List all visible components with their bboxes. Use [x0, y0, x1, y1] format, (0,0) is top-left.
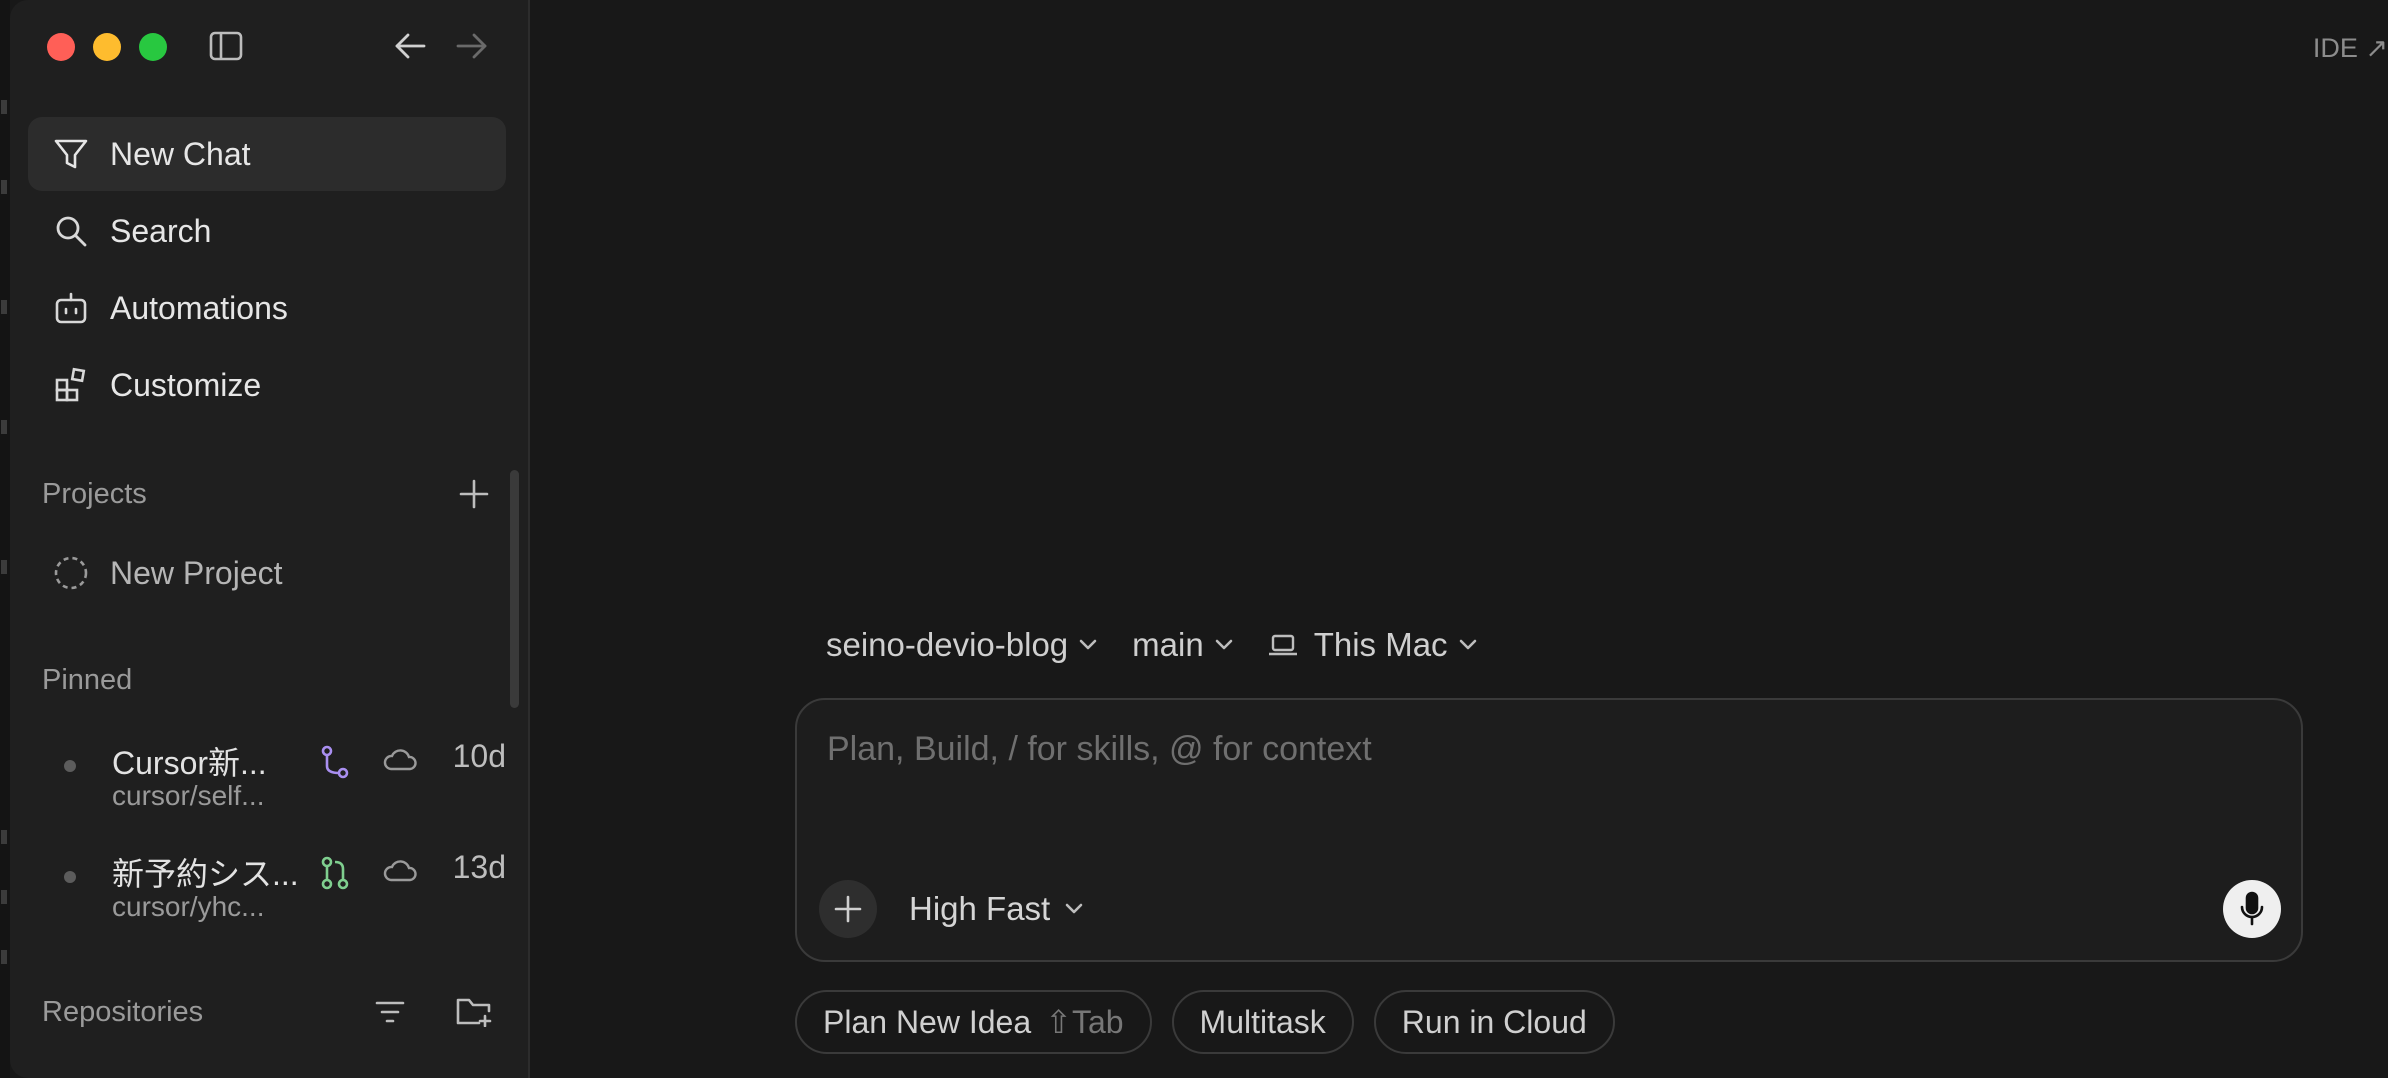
multitask-button[interactable]: Multitask: [1171, 990, 1354, 1054]
robot-icon: [50, 287, 92, 329]
new-chat-icon: [50, 133, 92, 175]
repo-selector[interactable]: seino-devio-blog: [826, 626, 1098, 664]
machine-name: This Mac: [1313, 626, 1448, 663]
new-project-button[interactable]: New Project: [28, 536, 506, 610]
dashed-circle-icon: [50, 552, 92, 594]
blocks-icon: [50, 364, 92, 406]
new-chat-button[interactable]: New Chat: [28, 117, 506, 191]
pinned-chat-age: 13d: [452, 849, 506, 885]
search-label: Search: [110, 212, 212, 249]
shortcut-hint: ⇧Tab: [1045, 1004, 1124, 1040]
customize-label: Customize: [110, 366, 262, 403]
chevron-down-icon: [1065, 903, 1083, 914]
prompt-input[interactable]: Plan, Build, / for skills, @ for context: [827, 730, 1372, 769]
context-selector-row: seino-devio-blog main This Mac: [826, 626, 1512, 664]
sidebar: New Chat Search Automations Customize Pr…: [10, 0, 530, 1078]
run-in-cloud-label: Run in Cloud: [1401, 1003, 1587, 1040]
background-window-edge: [0, 0, 10, 1078]
cloud-icon: [382, 857, 418, 888]
forward-arrow-icon[interactable]: [452, 28, 492, 64]
repositories-heading: Repositories: [42, 996, 204, 1028]
model-name: High Fast: [909, 890, 1051, 927]
filter-icon[interactable]: [370, 994, 410, 1030]
add-attachment-button[interactable]: [819, 880, 877, 938]
pinned-chat-item[interactable]: Cursor新... cursor/self... 10d: [28, 734, 506, 834]
git-branch-icon: [320, 744, 350, 785]
search-button[interactable]: Search: [28, 194, 506, 268]
projects-heading: Projects: [42, 478, 147, 510]
ide-link[interactable]: IDE ↗: [2313, 33, 2388, 64]
pinned-chat-age: 10d: [452, 738, 506, 774]
pinned-chat-item[interactable]: 新予約シス... cursor/yhc... 13d: [28, 845, 506, 945]
chevron-down-icon: [1079, 639, 1097, 650]
run-in-cloud-button[interactable]: Run in Cloud: [1373, 990, 1615, 1054]
plus-icon: [834, 895, 862, 923]
status-dot: [64, 871, 76, 883]
pinned-chat-title: 新予約シス...: [112, 856, 299, 892]
back-arrow-icon[interactable]: [390, 28, 430, 64]
new-chat-label: New Chat: [110, 135, 251, 172]
multitask-label: Multitask: [1199, 1003, 1326, 1040]
microphone-icon: [2240, 891, 2264, 926]
machine-selector[interactable]: This Mac: [1268, 626, 1478, 664]
sidebar-scrollbar[interactable]: [510, 470, 519, 708]
new-project-label: New Project: [110, 554, 283, 591]
add-folder-icon[interactable]: [452, 992, 496, 1030]
model-selector[interactable]: High Fast: [909, 890, 1084, 928]
pinned-chat-branch: cursor/yhc...: [112, 891, 265, 922]
search-icon: [50, 210, 92, 252]
sidebar-toggle-icon[interactable]: [206, 28, 246, 64]
voice-input-button[interactable]: [2223, 880, 2281, 938]
status-dot: [64, 760, 76, 772]
branch-selector[interactable]: main: [1132, 626, 1234, 664]
suggestion-actions: Plan New Idea ⇧Tab Multitask Run in Clou…: [795, 990, 1635, 1054]
customize-button[interactable]: Customize: [28, 348, 506, 422]
minimize-window-button[interactable]: [93, 33, 121, 61]
pinned-heading: Pinned: [42, 664, 133, 696]
branch-name: main: [1132, 626, 1204, 663]
add-project-icon[interactable]: [456, 476, 492, 512]
git-pull-request-icon: [320, 855, 350, 896]
zoom-window-button[interactable]: [139, 33, 167, 61]
automations-label: Automations: [110, 289, 288, 326]
close-window-button[interactable]: [47, 33, 75, 61]
cloud-icon: [382, 746, 418, 777]
laptop-icon: [1268, 634, 1297, 656]
automations-button[interactable]: Automations: [28, 271, 506, 345]
chevron-down-icon: [1215, 639, 1232, 650]
pinned-chat-branch: cursor/self...: [112, 780, 265, 811]
pinned-chat-title: Cursor新...: [112, 745, 267, 781]
plan-new-idea-button[interactable]: Plan New Idea ⇧Tab: [795, 990, 1152, 1054]
composer: Plan, Build, / for skills, @ for context…: [795, 698, 2303, 962]
repo-name: seino-devio-blog: [826, 626, 1069, 663]
plan-new-idea-label: Plan New Idea: [823, 1003, 1032, 1040]
chevron-down-icon: [1459, 639, 1476, 650]
